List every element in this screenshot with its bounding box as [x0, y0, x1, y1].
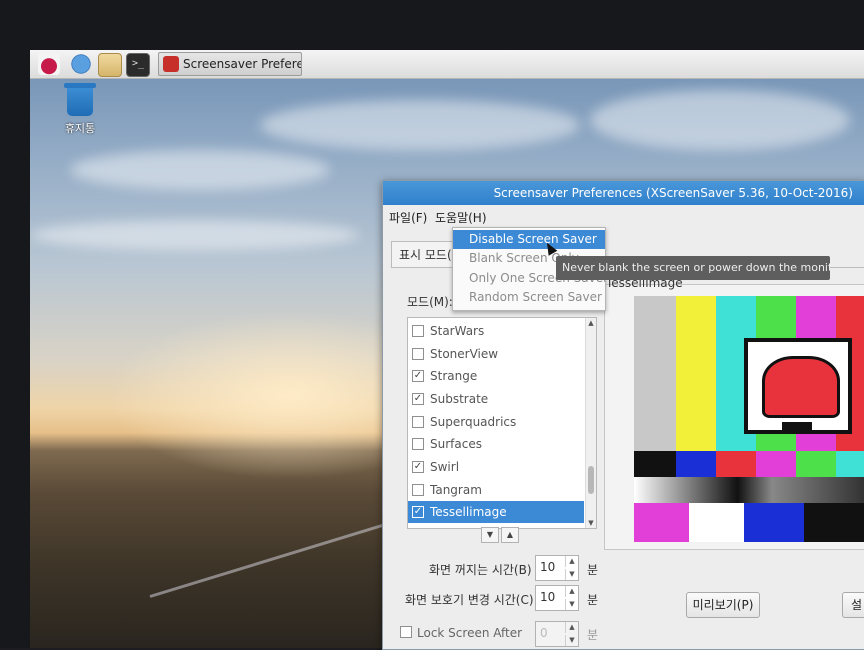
blank-after-value[interactable]: 10 — [540, 560, 555, 574]
cycle-after-value[interactable]: 10 — [540, 590, 555, 604]
stepper-up-icon[interactable]: ▲ — [565, 556, 578, 567]
file-manager-icon[interactable] — [98, 53, 122, 77]
trash-icon — [64, 83, 96, 116]
web-browser-icon[interactable] — [70, 53, 92, 75]
lock-after-value[interactable]: 0 — [540, 626, 548, 640]
stepper-up-icon[interactable]: ▲ — [565, 586, 578, 597]
checkbox[interactable] — [412, 484, 424, 496]
list-item[interactable]: Surfaces — [408, 433, 584, 455]
checkbox[interactable] — [412, 416, 424, 428]
list-item[interactable]: ✓ Strange — [408, 365, 584, 387]
checkbox[interactable]: ✓ — [412, 461, 424, 473]
taskbar: >_ Screensaver Preferen... — [30, 50, 864, 79]
stepper-down-icon[interactable]: ▼ — [565, 635, 578, 646]
lock-after-unit: 분 — [587, 628, 599, 642]
list-item[interactable]: ✓ Swirl — [408, 456, 584, 478]
lock-after-label: Lock Screen After — [417, 626, 523, 640]
list-scrollbar[interactable]: ▲ ▼ — [585, 318, 596, 528]
list-item[interactable]: ✓ Substrate — [408, 388, 584, 410]
scroll-thumb[interactable] — [588, 466, 594, 494]
menu-help[interactable]: 도움말(H) — [435, 209, 487, 226]
taskbar-task-screensaver[interactable]: Screensaver Preferen... — [158, 52, 302, 76]
menu-bar: 파일(F) 도움말(H) — [383, 205, 864, 227]
checkbox[interactable]: ✓ — [412, 393, 424, 405]
checkbox[interactable] — [412, 438, 424, 450]
cycle-after-stepper[interactable]: 10 ▲ ▼ — [535, 585, 579, 611]
move-up-button[interactable]: ▲ — [501, 527, 519, 543]
screensaver-list[interactable]: StarWars StonerView ✓ Strange ✓ Substrate … — [407, 317, 597, 529]
stepper-down-icon[interactable]: ▼ — [565, 599, 578, 610]
preview-button[interactable]: 미리보기(P) — [686, 592, 760, 618]
list-item[interactable]: StarWars — [408, 320, 584, 342]
list-item[interactable]: Tangram — [408, 479, 584, 501]
checkbox[interactable] — [412, 325, 424, 337]
list-item[interactable]: Superquadrics — [408, 411, 584, 433]
mode-label: 모드(M): — [407, 295, 453, 309]
mode-option-random[interactable]: Random Screen Saver — [453, 288, 605, 307]
blank-after-stepper[interactable]: 10 ▲ ▼ — [535, 555, 579, 581]
move-down-button[interactable]: ▼ — [481, 527, 499, 543]
trash-desktop-icon[interactable]: 휴지통 — [60, 83, 100, 136]
checkbox[interactable] — [412, 348, 424, 360]
stepper-down-icon[interactable]: ▼ — [565, 569, 578, 580]
mode-option-disable[interactable]: Disable Screen Saver — [453, 230, 605, 249]
terminal-icon[interactable]: >_ — [126, 53, 150, 77]
lock-screen-checkbox[interactable] — [400, 626, 412, 638]
tooltip: Never blank the screen or power down the… — [556, 256, 830, 280]
cycle-after-unit: 분 — [587, 593, 599, 607]
screensaver-app-icon — [163, 56, 179, 72]
scroll-up-icon[interactable]: ▲ — [586, 318, 596, 328]
checkbox[interactable]: ✓ — [412, 506, 424, 518]
cycle-after-label: 화면 보호기 변경 시간(C) — [405, 593, 534, 607]
lock-after-stepper[interactable]: 0 ▲ ▼ — [535, 621, 579, 647]
trash-label: 휴지통 — [64, 122, 96, 135]
raspberry-menu-icon[interactable] — [38, 53, 60, 75]
blank-after-unit: 분 — [587, 563, 599, 577]
menu-file[interactable]: 파일(F) — [389, 209, 427, 226]
screensaver-preview — [634, 296, 864, 542]
settings-button[interactable]: 설 — [842, 592, 864, 618]
list-item[interactable]: StonerView — [408, 343, 584, 365]
window-title[interactable]: Screensaver Preferences (XScreenSaver 5.… — [383, 181, 864, 205]
xscreensaver-logo-icon — [744, 338, 852, 434]
checkbox[interactable]: ✓ — [412, 370, 424, 382]
list-item-selected[interactable]: ✓ Tessellimage — [408, 501, 584, 523]
taskbar-task-label: Screensaver Preferen... — [183, 57, 301, 71]
scroll-down-icon[interactable]: ▼ — [586, 518, 596, 528]
stepper-up-icon[interactable]: ▲ — [565, 622, 578, 633]
blank-after-label: 화면 꺼지는 시간(B) — [429, 563, 532, 577]
